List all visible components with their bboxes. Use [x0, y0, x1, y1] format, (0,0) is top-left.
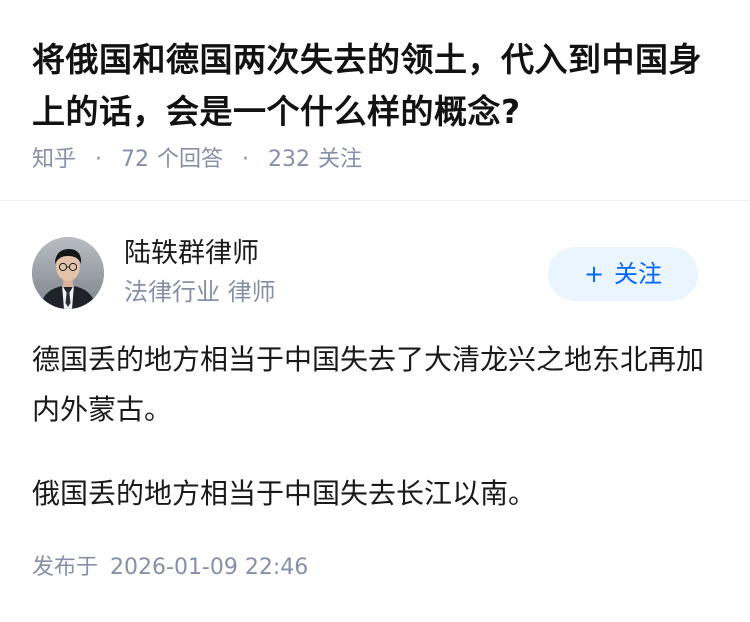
publish-label: 发布于	[32, 555, 99, 580]
question-meta: 知乎 · 72 个回答 · 232 关注	[32, 145, 362, 175]
publish-time: 2026-01-09 22:46	[110, 555, 309, 580]
meta-separator: ·	[95, 147, 103, 172]
source-label[interactable]: 知乎	[32, 147, 76, 172]
answer-card: 陆轶群律师 法律行业 律师 + 关注 德国丢的地方相当于中国失去了大清龙兴之地东北…	[0, 201, 750, 622]
publish-info: 发布于 2026-01-09 22:46	[32, 553, 308, 583]
follow-button[interactable]: + 关注	[548, 247, 698, 301]
answer-count: 72	[121, 147, 150, 172]
follower-count-label: 关注	[318, 147, 363, 172]
answer-paragraph: 德国丢的地方相当于中国失去了大清龙兴之地东北再加内外蒙古。	[32, 343, 705, 426]
avatar-image	[32, 237, 104, 309]
answer-count-link[interactable]: 72 个回答	[121, 147, 223, 172]
follow-button-label: 关注	[614, 260, 663, 288]
follower-count: 232	[268, 147, 311, 172]
author-avatar[interactable]	[32, 237, 104, 309]
question-title[interactable]: 将俄国和德国两次失去的领土，代入到中国身上的话，会是一个什么样的概念?	[32, 34, 732, 138]
answer-count-label: 个回答	[157, 147, 224, 172]
plus-icon: +	[583, 260, 605, 288]
answer-paragraph: 俄国丢的地方相当于中国失去长江以南。	[32, 477, 537, 510]
question-header: 将俄国和德国两次失去的领土，代入到中国身上的话，会是一个什么样的概念? 知乎 ·…	[0, 0, 750, 201]
author-name[interactable]: 陆轶群律师	[124, 236, 259, 272]
meta-separator: ·	[242, 147, 250, 172]
follower-count-link[interactable]: 232 关注	[268, 147, 362, 172]
author-tag: 法律行业 律师	[124, 278, 276, 306]
